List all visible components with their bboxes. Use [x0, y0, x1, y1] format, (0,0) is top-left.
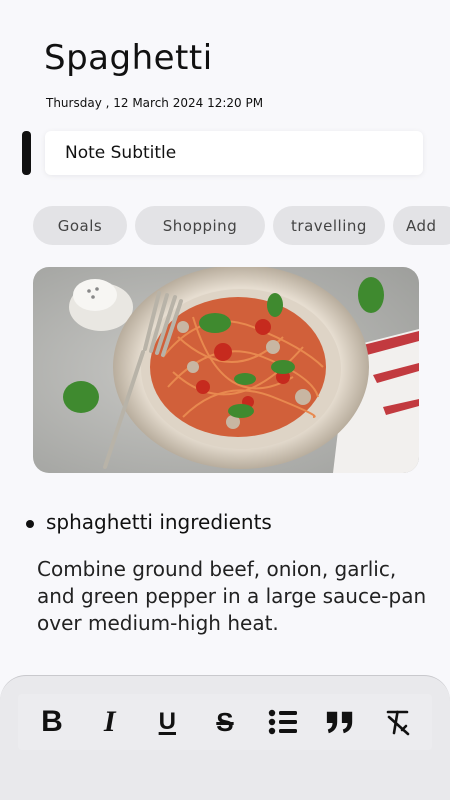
- italic-glyph: I: [103, 705, 116, 738]
- quote-icon[interactable]: [325, 707, 355, 737]
- note-body[interactable]: Combine ground beef, onion, garlic, and …: [37, 556, 432, 637]
- underline-glyph: U: [158, 708, 176, 735]
- note-datetime: Thursday , 12 March 2024 12:20 PM: [46, 96, 264, 110]
- tag-shopping[interactable]: Shopping: [135, 206, 265, 245]
- subtitle-indicator: [22, 131, 31, 175]
- bold-icon[interactable]: B: [37, 705, 67, 738]
- note-image[interactable]: [33, 267, 419, 473]
- strikethrough-icon[interactable]: S: [210, 707, 240, 737]
- tag-goals[interactable]: Goals: [33, 206, 127, 245]
- note-title[interactable]: Spaghetti: [44, 38, 213, 78]
- tag-travelling[interactable]: travelling: [273, 206, 385, 245]
- bullet-dot: [26, 520, 34, 528]
- tag-add[interactable]: Add: [393, 206, 450, 245]
- subtitle-input[interactable]: Note Subtitle: [45, 131, 423, 175]
- bullet-list-icon[interactable]: [268, 707, 298, 737]
- bullet-item[interactable]: sphaghetti ingredients: [46, 510, 272, 534]
- formatting-toolbar: B I U S: [18, 694, 432, 750]
- italic-icon[interactable]: I: [95, 705, 125, 738]
- strike-glyph: S: [216, 706, 234, 737]
- tag-list: Goals Shopping travelling Add: [33, 206, 450, 246]
- clear-format-icon[interactable]: [383, 707, 413, 737]
- underline-icon[interactable]: U: [152, 707, 182, 737]
- bold-glyph: B: [41, 705, 63, 738]
